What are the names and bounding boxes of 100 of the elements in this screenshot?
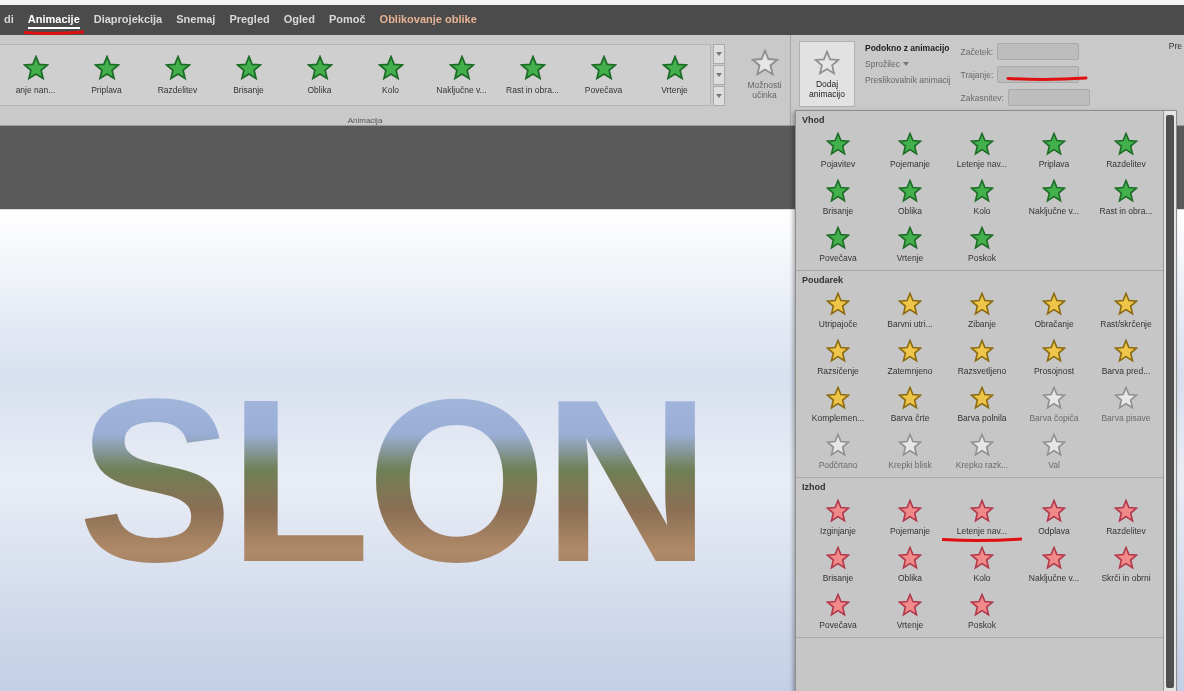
star-icon <box>970 131 994 156</box>
star-icon <box>814 49 840 76</box>
animation-option[interactable]: Oblika <box>874 175 946 219</box>
menu-tab[interactable]: di <box>4 11 14 29</box>
animation-option[interactable]: Komplemen... <box>802 382 874 426</box>
animation-option[interactable]: Barva črte <box>874 382 946 426</box>
star-icon <box>590 54 617 81</box>
animation-option[interactable]: Priplava <box>71 44 142 105</box>
animation-option[interactable]: Obračanje <box>1018 288 1090 332</box>
animation-option[interactable]: Letenje nav... <box>946 495 1018 539</box>
animation-option[interactable]: Vrtenje <box>639 44 710 105</box>
section-title: Izhod <box>802 481 827 494</box>
star-icon <box>661 54 688 81</box>
star-icon <box>970 498 994 523</box>
animation-option[interactable]: Odplava <box>1018 495 1090 539</box>
star-icon <box>898 338 922 363</box>
animation-option[interactable]: Rast/skrčenje <box>1090 288 1162 332</box>
star-icon <box>898 432 922 457</box>
star-icon <box>898 225 922 250</box>
animation-option[interactable]: Kolo <box>946 542 1018 586</box>
menu-tab[interactable]: Pomoč <box>328 11 366 29</box>
animation-option[interactable]: Razsvetljeno <box>946 335 1018 379</box>
animation-option[interactable]: Oblika <box>874 542 946 586</box>
animation-option[interactable]: Brisanje <box>802 175 874 219</box>
animation-option[interactable]: Priplava <box>1018 128 1090 172</box>
animation-option[interactable]: Vrtenje <box>874 222 946 266</box>
animation-option[interactable]: Oblika <box>284 44 355 105</box>
animation-option[interactable]: Pojemanje <box>874 128 946 172</box>
star-icon <box>898 291 922 316</box>
star-icon <box>1042 545 1066 570</box>
star-icon <box>164 54 191 81</box>
star-icon <box>970 178 994 203</box>
animation-option[interactable]: Prosojnost <box>1018 335 1090 379</box>
star-icon <box>750 49 779 77</box>
animation-option[interactable]: Rast in obra... <box>497 44 568 105</box>
animation-option[interactable]: Kolo <box>946 175 1018 219</box>
star-icon <box>826 291 850 316</box>
menu-tab[interactable]: Animacije <box>27 11 80 29</box>
menu-tab[interactable]: Oblikovanje oblike <box>379 11 477 29</box>
animation-option[interactable]: Razdelitev <box>142 44 213 105</box>
ribbon-command[interactable]: Podokno z animacijo <box>865 43 951 53</box>
gallery-scroll-button[interactable] <box>713 85 725 106</box>
animation-option[interactable]: anje nan... <box>0 44 71 105</box>
star-icon <box>306 54 333 81</box>
star-icon <box>448 54 475 81</box>
animation-option[interactable]: Naključne v... <box>1018 175 1090 219</box>
animation-option[interactable]: Razdelitev <box>1090 128 1162 172</box>
star-icon <box>970 432 994 457</box>
animation-option[interactable]: Naključne v... <box>1018 542 1090 586</box>
star-icon <box>826 225 850 250</box>
star-icon <box>898 131 922 156</box>
animation-option[interactable]: Letenje nav... <box>946 128 1018 172</box>
star-icon <box>826 592 850 617</box>
animation-option[interactable]: Zibanje <box>946 288 1018 332</box>
animation-option[interactable]: Razsičenje <box>802 335 874 379</box>
star-icon <box>1042 338 1066 363</box>
star-icon <box>826 338 850 363</box>
star-icon <box>898 545 922 570</box>
animation-option[interactable]: Poskok <box>946 222 1018 266</box>
star-icon <box>898 498 922 523</box>
animation-option[interactable]: Vrtenje <box>874 589 946 633</box>
star-icon <box>1042 178 1066 203</box>
section-title: Vhod <box>802 114 826 127</box>
animation-option[interactable]: Poskok <box>946 589 1018 633</box>
animation-option[interactable]: Rast in obra... <box>1090 175 1162 219</box>
animation-option[interactable]: Barva pred... <box>1090 335 1162 379</box>
animation-option[interactable]: Pojemanje <box>874 495 946 539</box>
gallery-scroll-button[interactable] <box>713 43 725 64</box>
menu-tab[interactable]: Snemaj <box>176 11 216 29</box>
animation-option[interactable]: Izginjanje <box>802 495 874 539</box>
gallery-scroll-button[interactable] <box>713 64 725 85</box>
animation-option[interactable]: Povečava <box>568 44 639 105</box>
add-animation-button[interactable]: Dodaj animacijo <box>799 41 855 107</box>
animation-option[interactable]: Kolo <box>355 44 426 105</box>
animation-option[interactable]: Barva polnila <box>946 382 1018 426</box>
animation-option[interactable]: Povečava <box>802 222 874 266</box>
animation-option[interactable]: Povečava <box>802 589 874 633</box>
scrollbar[interactable] <box>1163 111 1176 691</box>
animation-option[interactable]: Zatemnjeno <box>874 335 946 379</box>
animation-option[interactable]: Brisanje <box>213 44 284 105</box>
animation-option[interactable]: Skrči in obrni <box>1090 542 1162 586</box>
animation-option[interactable]: Pojavitev <box>802 128 874 172</box>
star-icon <box>970 385 994 410</box>
star-icon <box>1042 131 1066 156</box>
star-icon <box>970 338 994 363</box>
animation-option[interactable]: Brisanje <box>802 542 874 586</box>
group-label: Animacija <box>346 115 384 125</box>
group-label: Pre <box>1168 41 1183 53</box>
animation-option[interactable]: Utripajoče <box>802 288 874 332</box>
star-icon <box>22 54 49 81</box>
star-icon <box>826 131 850 156</box>
star-icon <box>826 498 850 523</box>
animation-option[interactable]: Naključne v... <box>426 44 497 105</box>
star-icon <box>519 54 546 81</box>
star-icon <box>1042 291 1066 316</box>
menu-tab[interactable]: Pregled <box>229 11 270 29</box>
menu-tab[interactable]: Diaprojekcija <box>93 11 163 29</box>
animation-option[interactable]: Barvni utri... <box>874 288 946 332</box>
menu-tab[interactable]: Ogled <box>283 11 315 29</box>
animation-option[interactable]: Razdelitev <box>1090 495 1162 539</box>
